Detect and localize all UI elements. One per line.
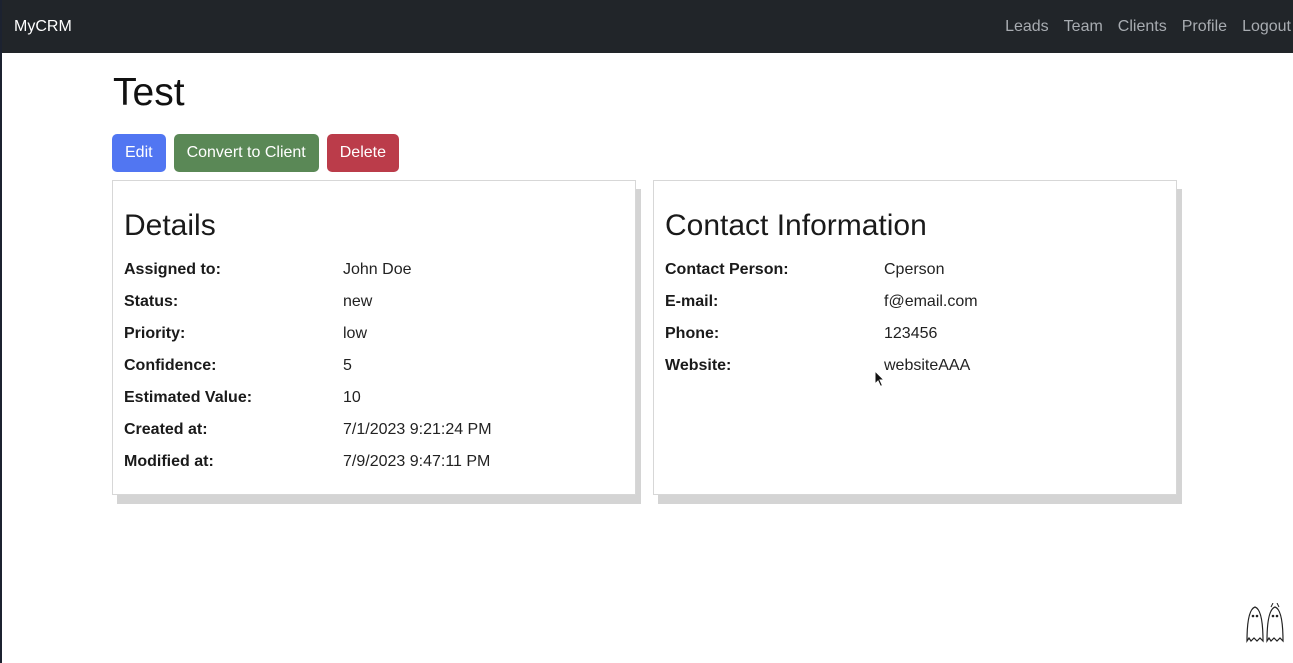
detail-label: Assigned to: xyxy=(124,261,221,278)
detail-label: Created at: xyxy=(124,421,208,438)
detail-value: 7/9/2023 9:47:11 PM xyxy=(343,453,491,470)
detail-label: Confidence: xyxy=(124,357,217,374)
contact-heading: Contact Information xyxy=(665,209,927,242)
contact-row-website: Website: websiteAAA xyxy=(665,357,1165,389)
detail-row-status: Status: new xyxy=(124,293,624,325)
cards-container: Details Assigned to: John Doe Status: ne… xyxy=(112,180,1182,495)
contact-label: Website: xyxy=(665,357,732,374)
detail-value: 7/1/2023 9:21:24 PM xyxy=(343,421,492,438)
detail-label: Estimated Value: xyxy=(124,389,253,406)
detail-row-modified-at: Modified at: 7/9/2023 9:47:11 PM xyxy=(124,453,624,485)
nav-link-clients[interactable]: Clients xyxy=(1118,18,1167,36)
brand-link[interactable]: MyCRM xyxy=(14,18,72,36)
nav-link-profile[interactable]: Profile xyxy=(1182,18,1227,36)
action-bar: Edit Convert to Client Delete xyxy=(112,134,1182,172)
main-content: Test Edit Convert to Client Delete Detai… xyxy=(112,53,1182,495)
contact-value: 123456 xyxy=(884,325,938,342)
ghost-logo-icon xyxy=(1246,603,1284,643)
details-heading: Details xyxy=(124,209,216,242)
detail-row-estimated-value: Estimated Value: 10 xyxy=(124,389,624,421)
edit-button[interactable]: Edit xyxy=(112,134,166,172)
details-card: Details Assigned to: John Doe Status: ne… xyxy=(112,180,636,495)
details-list: Assigned to: John Doe Status: new Priori… xyxy=(124,261,624,485)
contact-value: websiteAAA xyxy=(884,357,971,374)
detail-label: Modified at: xyxy=(124,453,214,470)
contact-label: Contact Person: xyxy=(665,261,789,278)
detail-value: John Doe xyxy=(343,261,412,278)
detail-value: 10 xyxy=(343,389,361,406)
nav-links: Leads Team Clients Profile Logout xyxy=(1005,18,1291,36)
detail-row-priority: Priority: low xyxy=(124,325,624,357)
delete-button[interactable]: Delete xyxy=(326,134,399,172)
detail-value: low xyxy=(343,325,368,342)
mouse-pointer-icon xyxy=(874,370,886,388)
detail-label: Status: xyxy=(124,293,179,310)
nav-link-logout[interactable]: Logout xyxy=(1242,18,1291,36)
contact-label: E-mail: xyxy=(665,293,719,310)
detail-label: Priority: xyxy=(124,325,186,342)
page: MyCRM Leads Team Clients Profile Logout … xyxy=(0,0,1293,663)
navbar: MyCRM Leads Team Clients Profile Logout xyxy=(2,0,1293,53)
page-title: Test xyxy=(113,71,185,114)
detail-value: 5 xyxy=(343,357,352,374)
detail-value: new xyxy=(343,293,373,310)
contact-value: Cperson xyxy=(884,261,945,278)
convert-to-client-button[interactable]: Convert to Client xyxy=(173,134,319,172)
detail-row-confidence: Confidence: 5 xyxy=(124,357,624,389)
contact-card: Contact Information Contact Person: Cper… xyxy=(653,180,1177,495)
nav-link-leads[interactable]: Leads xyxy=(1005,18,1049,36)
detail-row-created-at: Created at: 7/1/2023 9:21:24 PM xyxy=(124,421,624,453)
contact-row-person: Contact Person: Cperson xyxy=(665,261,1165,293)
nav-link-team[interactable]: Team xyxy=(1064,18,1103,36)
contact-label: Phone: xyxy=(665,325,720,342)
contact-row-phone: Phone: 123456 xyxy=(665,325,1165,357)
contact-list: Contact Person: Cperson E-mail: f@email.… xyxy=(665,261,1165,389)
contact-row-email: E-mail: f@email.com xyxy=(665,293,1165,325)
contact-value: f@email.com xyxy=(884,293,978,310)
detail-row-assigned-to: Assigned to: John Doe xyxy=(124,261,624,293)
